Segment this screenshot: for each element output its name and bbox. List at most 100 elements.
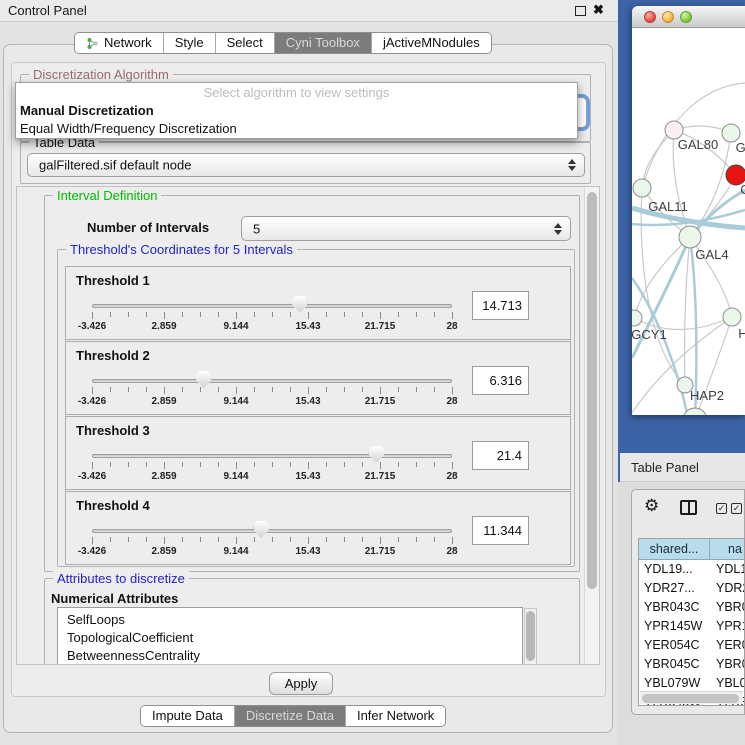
network-canvas[interactable]: GAL80GACGAL11GAL4GCY1HHAP2 [632, 28, 745, 415]
threshold-value-field[interactable]: 21.4 [472, 441, 529, 470]
apply-button[interactable]: Apply [269, 672, 333, 695]
slider-tick [326, 387, 327, 392]
number-of-intervals-combobox[interactable]: 5 [241, 216, 571, 241]
slider-tick [398, 462, 399, 467]
minimize-button[interactable] [662, 11, 674, 23]
slider-tick [254, 462, 255, 467]
slider-thumb[interactable] [254, 521, 269, 538]
slider-tick [362, 537, 363, 542]
table-row[interactable]: YDR27...YDR2 [639, 579, 744, 598]
network-edge[interactable] [642, 130, 674, 188]
table-row[interactable]: YPR145WYPR1 [639, 617, 744, 636]
tab-label: jActiveMNodules [383, 33, 480, 53]
slider-tick [92, 537, 93, 544]
scrollbar-thumb[interactable] [642, 694, 739, 703]
combo-stepper-icon [554, 223, 562, 235]
attribute-item-betweennesscentrality[interactable]: BetweennessCentrality [58, 647, 522, 665]
slider-tick [308, 537, 309, 544]
axis-label: -3.426 [66, 546, 118, 557]
table-horizontal-scrollbar[interactable] [640, 691, 743, 704]
close-icon[interactable]: ✖ [593, 2, 604, 18]
interval-definition-group-label: Interval Definition [53, 188, 161, 203]
attributes-group: Attributes to discretize Numerical Attri… [44, 578, 580, 665]
slider-tick [110, 537, 111, 542]
algorithm-option-manual-discretization[interactable]: Manual Discretization [16, 102, 577, 120]
slider-tick [218, 537, 219, 542]
float-window-icon[interactable] [575, 6, 586, 16]
tab-infer-network[interactable]: Infer Network [345, 706, 445, 726]
tab-jactivemnodules[interactable]: jActiveMNodules [371, 33, 491, 53]
tab-discretize-data[interactable]: Discretize Data [234, 706, 345, 726]
threshold-slider[interactable]: -3.4262.8599.14415.4321.71528 [66, 520, 536, 564]
network-node-h[interactable] [723, 308, 741, 326]
network-node-gcy1[interactable] [632, 310, 642, 326]
attribute-item-selfloops[interactable]: SelfLoops [58, 611, 522, 629]
table-row[interactable]: YDL19...YDL1 [639, 560, 744, 579]
slider-track[interactable] [92, 454, 452, 458]
algorithm-option-equal-width-frequency-discretization[interactable]: Equal Width/Frequency Discretization [16, 120, 577, 138]
slider-tick [344, 312, 345, 317]
network-node-gal4[interactable] [679, 226, 701, 248]
node-label: GAL11 [648, 199, 688, 214]
slider-tick [128, 387, 129, 392]
tab-impute-data[interactable]: Impute Data [141, 706, 234, 726]
number-of-intervals-value: 5 [253, 221, 260, 236]
network-edge[interactable] [632, 278, 687, 413]
cell-name: YBR0 [710, 598, 745, 617]
threshold-slider[interactable]: -3.4262.8599.14415.4321.71528 [66, 295, 536, 339]
slider-track[interactable] [92, 529, 452, 533]
network-edge[interactable] [685, 237, 690, 385]
settings-gear-icon[interactable]: ⚙ [644, 496, 659, 516]
table-data-combobox[interactable]: galFiltered.sif default node [27, 153, 585, 177]
zoom-button[interactable] [680, 11, 692, 23]
threshold-slider[interactable]: -3.4262.8599.14415.4321.71528 [66, 370, 536, 414]
attribute-item-topologicalcoefficient[interactable]: TopologicalCoefficient [58, 629, 522, 647]
slider-thumb[interactable] [196, 371, 211, 388]
slider-tick [236, 387, 237, 394]
threshold-value-field[interactable]: 14.713 [472, 291, 529, 320]
attributes-list-scrollbar[interactable] [524, 608, 537, 665]
slider-tick [416, 537, 417, 542]
cell-shared-name: YDR27... [639, 579, 710, 598]
select-checkbox-icon[interactable]: ✓ [731, 503, 742, 514]
slider-tick [452, 462, 453, 469]
close-button[interactable] [644, 11, 656, 23]
axis-label: 21.715 [354, 396, 406, 407]
slider-tick [290, 537, 291, 542]
threshold-value-field[interactable]: 11.344 [472, 516, 529, 545]
panel-title: Control Panel [8, 3, 87, 18]
slider-track[interactable] [92, 304, 452, 308]
slider-tick [308, 312, 309, 319]
column-header-name[interactable]: na [710, 539, 745, 560]
tab-cyni-toolbox[interactable]: Cyni Toolbox [274, 33, 371, 53]
table-row[interactable]: YER054CYER0 [639, 636, 744, 655]
tab-select[interactable]: Select [215, 33, 274, 53]
threshold-value-field[interactable]: 6.316 [472, 366, 529, 395]
tab-network[interactable]: Network [75, 33, 163, 53]
slider-track[interactable] [92, 379, 452, 383]
column-header-shared-name[interactable]: shared... [639, 539, 710, 560]
axis-label: 15.43 [282, 321, 334, 332]
slider-tick [290, 312, 291, 317]
thresholds-group-label: Threshold's Coordinates for 5 Intervals [66, 242, 297, 257]
settings-vertical-scrollbar[interactable] [584, 187, 599, 664]
slider-tick [164, 312, 165, 319]
scrollbar-thumb[interactable] [526, 611, 535, 661]
numerical-attributes-list[interactable]: SelfLoopsTopologicalCoefficientBetweenne… [57, 607, 523, 665]
slider-thumb[interactable] [369, 446, 384, 463]
threshold-slider[interactable]: -3.4262.8599.14415.4321.71528 [66, 445, 536, 489]
table-row[interactable]: YBR045CYBR0 [639, 655, 744, 674]
tab-style[interactable]: Style [163, 33, 215, 53]
cell-name: YDR2 [710, 579, 745, 598]
select-all-checkbox-icon[interactable]: ✓ [716, 503, 727, 514]
slider-thumb[interactable] [292, 296, 307, 313]
table-row[interactable]: YBR043CYBR0 [639, 598, 744, 617]
scrollbar-thumb[interactable] [587, 192, 597, 589]
slider-tick [236, 312, 237, 319]
network-node-gal11[interactable] [633, 179, 651, 197]
slider-tick [398, 537, 399, 542]
column-selector-icon[interactable] [680, 500, 697, 515]
slider-tick [452, 537, 453, 544]
slider-tick [182, 312, 183, 317]
slider-tick [380, 537, 381, 544]
